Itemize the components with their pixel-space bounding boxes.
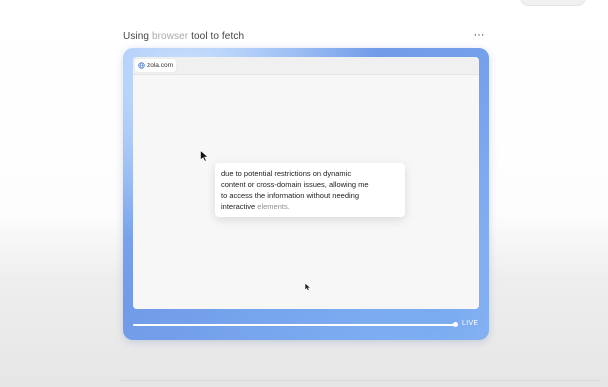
tool-call-title: Using browser tool to fetch bbox=[123, 31, 244, 42]
playback-progress-bar[interactable] bbox=[133, 322, 458, 327]
browser-tab[interactable]: zola.com bbox=[135, 59, 176, 72]
live-browser-frame: zola.com due to potential restrictions o… bbox=[123, 48, 489, 340]
more-dots-icon[interactable]: ··· bbox=[470, 28, 488, 44]
browser-window: zola.com due to potential restrictions o… bbox=[133, 57, 479, 309]
thought-line: to access the information without needin… bbox=[221, 191, 359, 200]
top-pill bbox=[520, 0, 586, 6]
progress-fill bbox=[133, 324, 455, 326]
thought-line-faded: elements. bbox=[257, 202, 290, 211]
cursor-arrow-icon bbox=[200, 150, 209, 162]
thought-line: due to potential restrictions on dynamic bbox=[221, 169, 352, 178]
thought-line: content or cross-domain issues, allowing… bbox=[221, 180, 369, 189]
live-status-label: LIVE bbox=[462, 320, 479, 327]
divider bbox=[120, 380, 600, 381]
title-prefix: Using bbox=[123, 31, 152, 42]
cursor-arrow-icon bbox=[305, 283, 310, 291]
address-bar: zola.com bbox=[133, 57, 479, 75]
progress-handle[interactable] bbox=[453, 322, 458, 327]
web-page-content: due to potential restrictions on dynamic… bbox=[133, 75, 479, 309]
thought-line: interactive elements. bbox=[221, 202, 290, 212]
title-suffix: tool to fetch bbox=[188, 31, 245, 42]
thought-line-main: interactive bbox=[221, 202, 258, 211]
globe-icon bbox=[138, 62, 145, 69]
title-faded-word: browser bbox=[151, 31, 189, 42]
site-label: zola.com bbox=[147, 62, 174, 69]
thought-card: due to potential restrictions on dynamic… bbox=[215, 163, 405, 217]
